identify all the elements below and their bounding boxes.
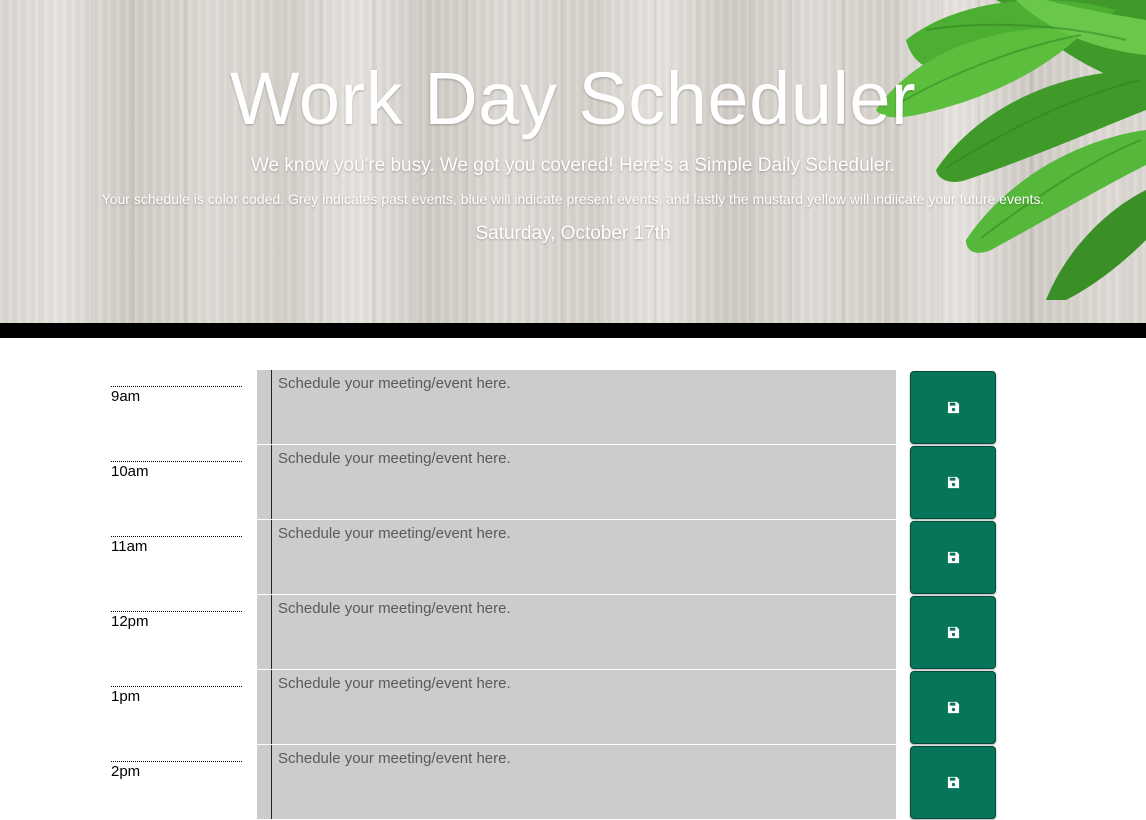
hour-label: 10am xyxy=(111,461,242,480)
event-area-past xyxy=(257,370,896,445)
floppy-disk-icon xyxy=(947,476,959,489)
time-block: 11am xyxy=(111,520,1001,595)
event-description-input[interactable] xyxy=(273,745,896,819)
event-description-input[interactable] xyxy=(273,670,896,744)
event-description-input[interactable] xyxy=(273,595,896,669)
event-divider xyxy=(271,370,272,444)
save-button[interactable] xyxy=(910,371,996,444)
event-divider xyxy=(271,445,272,519)
floppy-disk-icon xyxy=(947,701,959,714)
event-divider xyxy=(271,670,272,744)
schedule-container: 9am 10am 11am xyxy=(111,370,1001,820)
header-lead: We know you're busy. We got you covered!… xyxy=(250,155,896,176)
event-description-input[interactable] xyxy=(273,445,896,519)
hour-cell: 12pm xyxy=(111,595,242,670)
event-area-past xyxy=(257,520,896,595)
floppy-disk-icon xyxy=(947,776,959,789)
event-divider xyxy=(271,745,272,819)
hour-cell: 9am xyxy=(111,370,242,445)
header-jumbotron: Work Day Scheduler We know you're busy. … xyxy=(0,0,1146,323)
current-day: Saturday, October 17th xyxy=(475,223,671,244)
event-description-input[interactable] xyxy=(273,370,896,444)
header-divider xyxy=(0,323,1146,338)
floppy-disk-icon xyxy=(947,626,959,639)
hour-label: 11am xyxy=(111,536,242,555)
save-button[interactable] xyxy=(910,746,996,819)
header-content: Work Day Scheduler We know you're busy. … xyxy=(0,0,1146,323)
hour-cell: 1pm xyxy=(111,670,242,745)
save-button[interactable] xyxy=(910,521,996,594)
event-description-input[interactable] xyxy=(273,520,896,594)
hour-cell: 11am xyxy=(111,520,242,595)
event-area-past xyxy=(257,595,896,670)
event-area-past xyxy=(257,670,896,745)
hour-label: 2pm xyxy=(111,761,242,780)
save-button[interactable] xyxy=(910,446,996,519)
event-divider xyxy=(271,595,272,669)
event-area-past xyxy=(257,445,896,520)
floppy-disk-icon xyxy=(947,551,959,564)
time-block: 9am xyxy=(111,370,1001,445)
time-block: 10am xyxy=(111,445,1001,520)
hour-cell: 10am xyxy=(111,445,242,520)
hour-label: 12pm xyxy=(111,611,242,630)
color-legend-note: Your schedule is color coded. Grey indic… xyxy=(101,191,1045,207)
time-block: 1pm xyxy=(111,670,1001,745)
time-block: 12pm xyxy=(111,595,1001,670)
save-button[interactable] xyxy=(910,671,996,744)
save-button[interactable] xyxy=(910,596,996,669)
floppy-disk-icon xyxy=(947,401,959,414)
hour-label: 9am xyxy=(111,386,242,405)
hour-label: 1pm xyxy=(111,686,242,705)
page-title: Work Day Scheduler xyxy=(229,57,917,140)
event-divider xyxy=(271,520,272,594)
